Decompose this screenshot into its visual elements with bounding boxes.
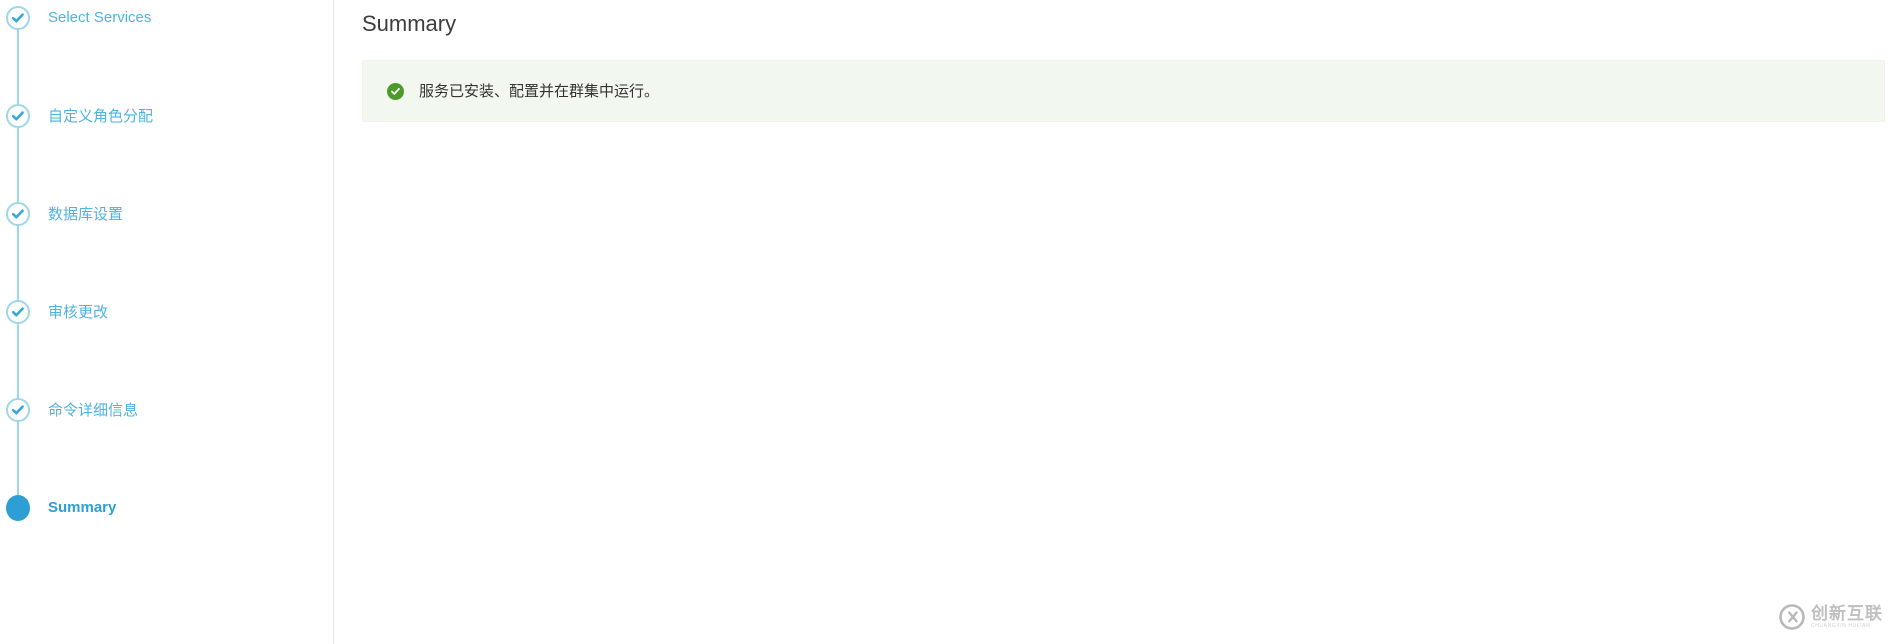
sidebar-step-custom-role-assignment[interactable]: 自定义角色分配 <box>0 98 333 196</box>
stepper-list: Select Services 自定义角色分配 数据库设置 审核更改 命令详细信… <box>0 0 333 588</box>
sidebar-step-summary[interactable]: Summary <box>0 490 333 588</box>
page-title: Summary <box>362 11 457 36</box>
check-circle-icon <box>6 104 30 128</box>
step-marker <box>6 104 30 128</box>
step-marker <box>6 6 30 30</box>
sidebar-step-label: 数据库设置 <box>48 205 124 223</box>
wizard-container: Select Services 自定义角色分配 数据库设置 审核更改 命令详细信… <box>0 0 1899 644</box>
wizard-step-sidebar: Select Services 自定义角色分配 数据库设置 审核更改 命令详细信… <box>0 0 334 644</box>
sidebar-step-select-services[interactable]: Select Services <box>0 0 333 98</box>
watermark-brand: 创新互联 <box>1811 603 1883 624</box>
sidebar-step-label: Summary <box>48 499 117 516</box>
step-marker <box>6 398 30 422</box>
step-marker <box>6 202 30 226</box>
watermark-text-group: 创新互联 CHUANGXIN HULIAN <box>1811 605 1883 630</box>
check-circle-icon <box>6 398 30 422</box>
check-circle-icon <box>6 6 30 30</box>
sidebar-step-review-changes[interactable]: 审核更改 <box>0 294 333 392</box>
filled-circle-icon <box>6 495 30 521</box>
check-circle-icon <box>6 202 30 226</box>
sidebar-step-label: 自定义角色分配 <box>48 107 154 125</box>
sidebar-step-label: Select Services <box>48 9 152 26</box>
sidebar-step-database-setup[interactable]: 数据库设置 <box>0 196 333 294</box>
sidebar-step-label: 命令详细信息 <box>48 401 139 419</box>
step-marker <box>6 495 30 521</box>
status-banner-message: 服务已安装、配置并在群集中运行。 <box>419 82 660 100</box>
check-circle-solid-icon <box>387 82 404 100</box>
main-content: Summary 服务已安装、配置并在群集中运行。 <box>334 0 1899 644</box>
cx-circle-logo-icon <box>1778 603 1806 631</box>
content-inner: Summary 服务已安装、配置并在群集中运行。 <box>334 0 1899 122</box>
sidebar-step-label: 审核更改 <box>48 303 109 321</box>
status-banner-success: 服务已安装、配置并在群集中运行。 <box>362 60 1885 122</box>
sidebar-step-command-details[interactable]: 命令详细信息 <box>0 392 333 490</box>
watermark-subtext: CHUANGXIN HULIAN <box>1811 622 1871 629</box>
watermark: 创新互联 CHUANGXIN HULIAN <box>1772 600 1889 634</box>
check-circle-icon <box>6 300 30 324</box>
step-marker <box>6 300 30 324</box>
